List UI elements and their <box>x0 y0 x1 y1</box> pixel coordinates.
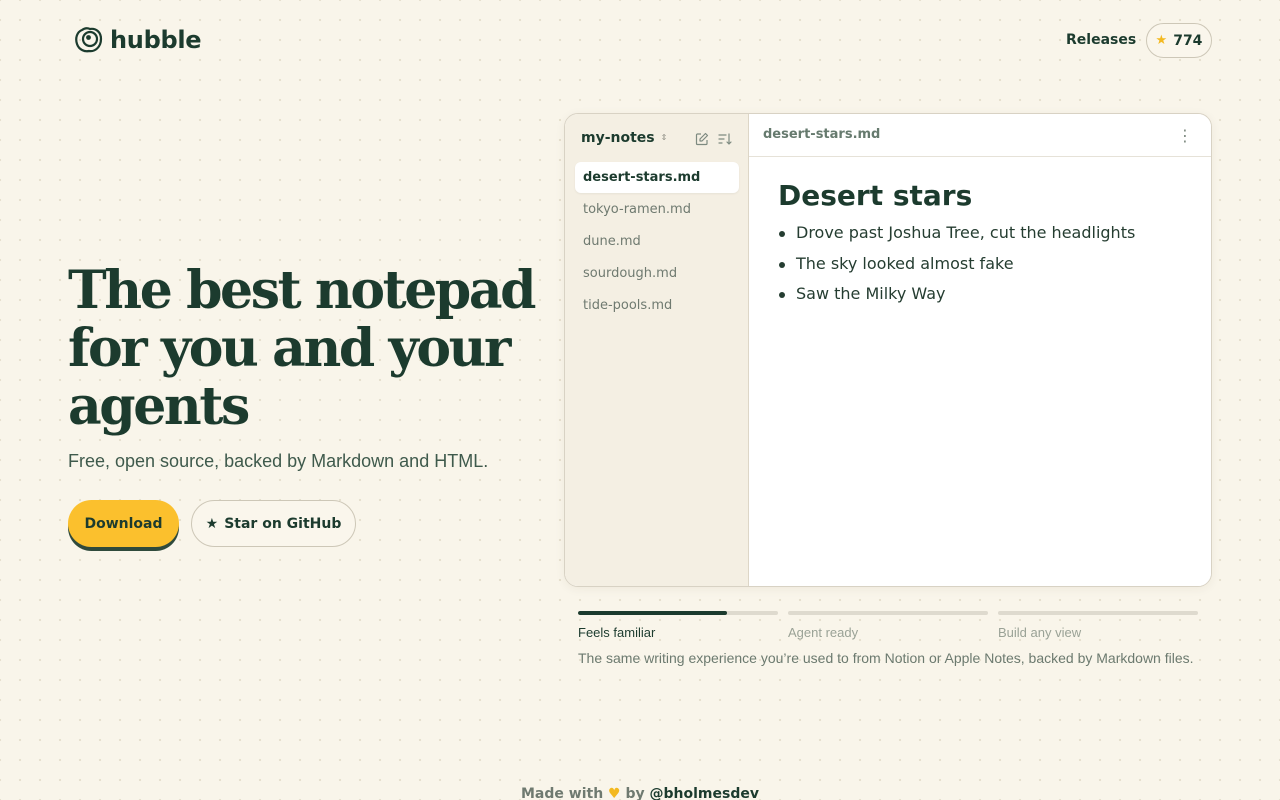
file-item-desert-stars[interactable]: desert-stars.md <box>575 162 739 193</box>
document-content[interactable]: Desert stars Drove past Joshua Tree, cut… <box>778 178 1135 310</box>
brand-logo[interactable]: hubble <box>73 25 202 55</box>
folder-name: my-notes <box>581 130 655 146</box>
hero-title-line: for you and your <box>68 318 511 379</box>
document-bullet: The sky looked almost fake <box>778 249 1135 280</box>
star-icon: ★ <box>205 515 219 532</box>
notes-sidebar: my-notes ⇕ desert-stars.md tokyo-ramen.m… <box>565 114 749 586</box>
file-item-tide-pools[interactable]: tide-pools.md <box>575 290 739 321</box>
document-title: Desert stars <box>778 179 973 212</box>
star-on-github-button[interactable]: ★ Star on GitHub <box>191 500 356 547</box>
feature-progress-track <box>788 611 988 615</box>
feature-description: The same writing experience you’re used … <box>578 650 1194 666</box>
more-options-icon[interactable]: ⋮ <box>1175 126 1195 146</box>
file-item-dune[interactable]: dune.md <box>575 226 739 257</box>
github-star-count[interactable]: ★ 774 <box>1146 23 1212 58</box>
footer-credit: Made with ♥ by @bholmesdev <box>0 785 1280 800</box>
editor-pane: desert-stars.md ⋮ Desert stars Drove pas… <box>749 114 1211 586</box>
feature-tab-label: Agent ready <box>788 625 859 640</box>
footer-by: by <box>625 786 645 800</box>
feature-tab-build-any-view[interactable]: Build any view <box>998 611 1198 640</box>
feature-progress-track <box>578 611 778 615</box>
star-icon: ★ <box>1155 33 1168 48</box>
open-file-name: desert-stars.md <box>763 127 881 142</box>
releases-link[interactable]: Releases <box>1066 31 1136 49</box>
hero-title: The best notepad for you and your agents <box>68 262 538 436</box>
editor-toolbar: desert-stars.md ⋮ <box>749 114 1211 157</box>
feature-tab-agent-ready[interactable]: Agent ready <box>788 611 988 640</box>
sort-icon[interactable] <box>717 131 733 147</box>
app-preview: my-notes ⇕ desert-stars.md tokyo-ramen.m… <box>564 113 1212 587</box>
star-on-github-label: Star on GitHub <box>224 515 342 532</box>
feature-tab-label: Feels familiar <box>578 625 656 640</box>
document-bullet: Saw the Milky Way <box>778 279 1135 310</box>
feature-progress-track <box>998 611 1198 615</box>
egg-eye-icon <box>75 27 103 53</box>
document-bullet-list: Drove past Joshua Tree, cut the headligh… <box>778 218 1135 310</box>
file-item-sourdough[interactable]: sourdough.md <box>575 258 739 289</box>
heart-icon: ♥ <box>608 786 621 800</box>
footer-prefix: Made with <box>521 786 604 800</box>
hero-title-line: The best notepad <box>68 260 537 321</box>
hero-subtitle: Free, open source, backed by Markdown an… <box>68 451 489 471</box>
file-item-tokyo-ramen[interactable]: tokyo-ramen.md <box>575 194 739 225</box>
download-button[interactable]: Download <box>68 500 179 547</box>
star-count-value: 774 <box>1173 32 1203 49</box>
hero-title-line: agents <box>68 376 250 437</box>
feature-progress-fill <box>578 611 727 615</box>
compose-icon[interactable] <box>694 131 710 147</box>
brand-name: hubble <box>110 26 202 54</box>
feature-tab-feels-familiar[interactable]: Feels familiar <box>578 611 778 640</box>
chevron-up-down-icon: ⇕ <box>660 133 668 142</box>
folder-selector[interactable]: my-notes ⇕ <box>581 130 667 146</box>
document-bullet: Drove past Joshua Tree, cut the headligh… <box>778 218 1135 249</box>
author-handle-link[interactable]: @bholmesdev <box>650 786 759 800</box>
feature-tab-label: Build any view <box>998 625 1082 640</box>
file-list: desert-stars.md tokyo-ramen.md dune.md s… <box>575 162 739 322</box>
